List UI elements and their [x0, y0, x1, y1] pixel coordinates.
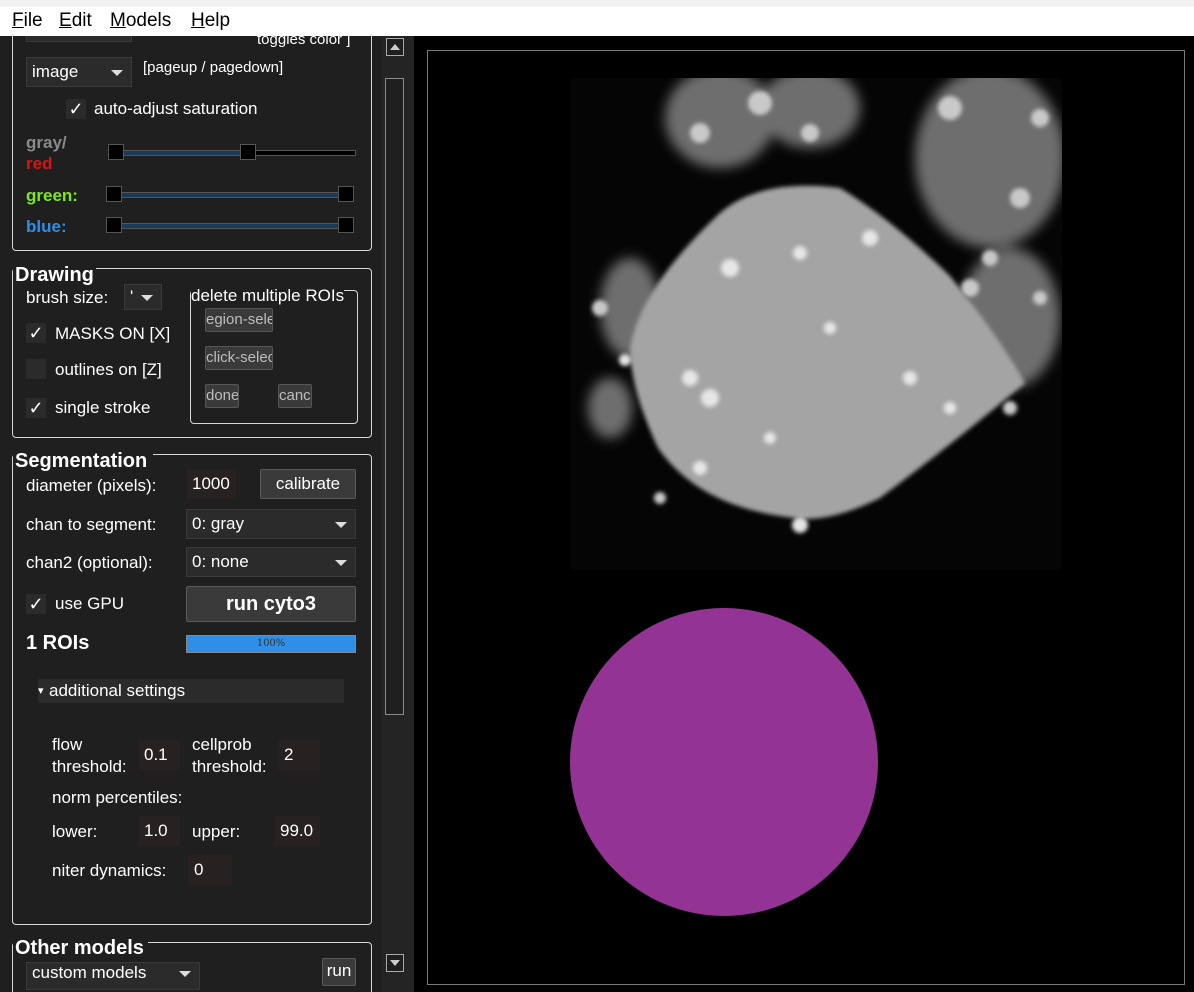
click-select-button[interactable]: click-selec	[205, 346, 273, 370]
upper-label: upper:	[192, 822, 241, 841]
title-strip	[0, 0, 1194, 7]
gray-label: gray/	[26, 133, 67, 152]
drawing-title: Drawing	[13, 264, 96, 287]
blue-slider-track[interactable]	[114, 223, 352, 229]
arrow-down-icon	[390, 960, 400, 966]
toggle-color-hint: toggles color ]	[257, 36, 351, 48]
auto-adjust-checkbox[interactable]: ✓	[66, 99, 86, 119]
masks-label: MASKS ON [X]	[55, 324, 171, 343]
chan2-label: chan2 (optional):	[26, 553, 153, 572]
norm-percentiles-label: norm percentiles:	[52, 788, 183, 807]
cellprob-threshold-input[interactable]: 2	[278, 740, 320, 770]
lower-label: lower:	[52, 822, 98, 841]
cellprob-threshold-label-1: cellprob	[192, 735, 252, 754]
view-select[interactable]: image	[26, 57, 132, 87]
delete-rois-title: delete multiple ROIs	[191, 286, 345, 306]
flow-threshold-label-1: flow	[52, 735, 83, 754]
chevron-down-icon	[179, 971, 191, 977]
additional-settings-label: additional settings	[49, 681, 186, 700]
masks-checkbox[interactable]: ✓	[26, 323, 46, 343]
mask-view[interactable]	[570, 608, 878, 916]
brush-size-value: '	[130, 287, 134, 306]
chan-to-segment-select[interactable]: 0: gray	[186, 509, 356, 539]
brush-size-select[interactable]: '	[124, 284, 162, 310]
gray-red-slider-range	[116, 150, 250, 156]
red-label: red	[26, 154, 53, 173]
control-panel: toggles color ] image [pageup / pagedown…	[0, 36, 382, 992]
check-icon: ✓	[28, 594, 44, 614]
triangle-down-icon: ▾	[38, 685, 44, 697]
menu-edit[interactable]: Edit	[59, 10, 92, 32]
green-slider-max-handle[interactable]	[338, 186, 354, 202]
outlines-label: outlines on [Z]	[55, 360, 162, 379]
menu-help[interactable]: Help	[191, 10, 230, 32]
check-icon: ✓	[68, 99, 84, 119]
run-custom-model-button[interactable]: run	[322, 958, 356, 986]
blue-slider-max-handle[interactable]	[338, 217, 354, 233]
brush-size-label: brush size:	[26, 288, 109, 307]
chan-to-segment-value: 0: gray	[192, 514, 244, 533]
flow-threshold-label-2: threshold:	[52, 757, 127, 776]
roi-mask[interactable]	[570, 608, 878, 916]
niter-dynamics-input[interactable]: 0	[188, 855, 232, 885]
check-icon: ✓	[28, 398, 44, 418]
color-mode-select-clipped[interactable]	[26, 36, 132, 42]
single-stroke-checkbox[interactable]: ✓	[26, 398, 46, 418]
done-button[interactable]: done	[205, 384, 239, 408]
chan2-select[interactable]: 0: none	[186, 547, 356, 577]
chevron-down-icon	[335, 522, 347, 528]
page-hint: [pageup / pagedown]	[143, 59, 284, 76]
arrow-up-icon	[390, 44, 400, 50]
other-models-title: Other models	[13, 937, 148, 960]
use-gpu-label: use GPU	[55, 594, 124, 613]
region-select-button[interactable]: egion-sele	[205, 308, 273, 332]
blue-slider-min-handle[interactable]	[106, 217, 122, 233]
cancel-button[interactable]: cance	[278, 384, 312, 408]
diameter-label: diameter (pixels):	[26, 476, 157, 495]
roi-count: 1 ROIs	[26, 632, 90, 654]
chevron-down-icon	[141, 295, 153, 301]
lower-percentile-input[interactable]: 1.0	[138, 816, 180, 846]
flow-threshold-input[interactable]: 0.1	[138, 740, 180, 770]
chan2-value: 0: none	[192, 552, 249, 571]
panel-scrollbar[interactable]	[382, 36, 414, 992]
chevron-down-icon	[335, 560, 347, 566]
calibrate-button[interactable]: calibrate	[260, 469, 356, 499]
scroll-down-button[interactable]	[386, 954, 404, 972]
chan-to-segment-label: chan to segment:	[26, 515, 157, 534]
image-viewer[interactable]	[414, 36, 1194, 992]
auto-adjust-label: auto-adjust saturation	[94, 99, 258, 118]
outlines-checkbox[interactable]	[26, 359, 46, 379]
view-select-value: image	[32, 62, 79, 81]
gray-red-slider-min-handle[interactable]	[108, 144, 124, 160]
scrollbar-thumb[interactable]	[385, 78, 404, 715]
upper-percentile-input[interactable]: 99.0	[274, 816, 320, 846]
run-model-button[interactable]: run cyto3	[186, 586, 356, 622]
menu-models[interactable]: Models	[110, 10, 171, 32]
green-slider-track[interactable]	[114, 192, 352, 198]
progress-bar: 100%	[186, 635, 356, 653]
green-label: green:	[26, 186, 78, 205]
menu-bar: File Edit Models Help	[0, 7, 1194, 36]
custom-models-select[interactable]: custom models	[26, 962, 200, 990]
segmentation-title: Segmentation	[13, 450, 154, 473]
blue-label: blue:	[26, 217, 67, 236]
green-slider-min-handle[interactable]	[106, 186, 122, 202]
additional-settings-toggle[interactable]: ▾ additional settings	[38, 679, 344, 703]
chevron-down-icon	[111, 70, 123, 76]
niter-dynamics-label: niter dynamics:	[52, 861, 167, 880]
check-icon: ✓	[28, 323, 44, 343]
diameter-input[interactable]: 1000	[186, 469, 236, 499]
scroll-up-button[interactable]	[386, 38, 404, 56]
cell-image[interactable]	[570, 78, 1062, 570]
gray-red-slider-max-handle[interactable]	[240, 144, 256, 160]
progress-text: 100%	[256, 638, 286, 649]
menu-file[interactable]: File	[12, 10, 43, 32]
custom-models-value: custom models	[32, 963, 147, 982]
use-gpu-checkbox[interactable]: ✓	[26, 594, 46, 614]
cellprob-threshold-label-2: threshold:	[192, 757, 267, 776]
single-stroke-label: single stroke	[55, 398, 151, 417]
